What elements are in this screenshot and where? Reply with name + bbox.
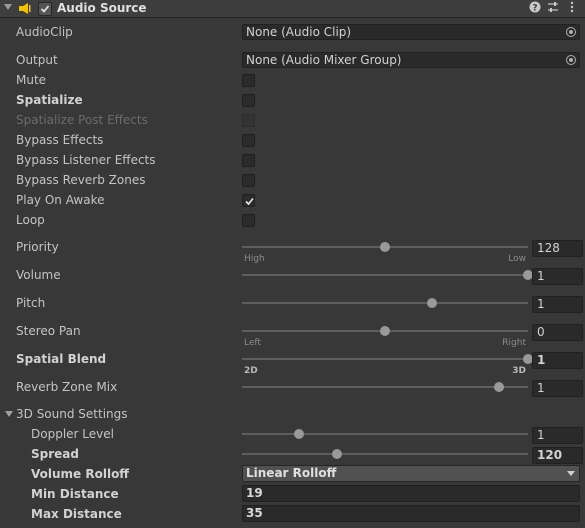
sound-3d-section-label[interactable]: 3D Sound Settings [16,407,128,421]
spatial-blend-max-label: 3D [512,366,526,376]
output-label: Output [16,53,58,67]
doppler-level-slider-track[interactable] [242,433,528,435]
kebab-menu-icon[interactable] [565,1,579,15]
doppler-level-label: Doppler Level [31,427,114,441]
object-picker-icon[interactable] [566,55,576,65]
priority-min-label: High [244,254,265,264]
toggle-checkbox[interactable] [242,194,255,207]
volume-value-field[interactable]: 1 [532,268,583,285]
toggle-label: Loop [16,213,45,227]
spatial-blend-slider-track[interactable] [242,358,528,360]
stereo-pan-label: Stereo Pan [16,324,81,338]
pitch-slider-track[interactable] [242,302,528,304]
pitch-label: Pitch [16,296,46,310]
spatial-blend-label: Spatial Blend [16,352,107,366]
toggle-label: Bypass Listener Effects [16,153,156,167]
reverb-zone-mix-slider-track[interactable] [242,386,528,388]
min-distance-label: Min Distance [31,487,119,501]
output-value: None (Audio Mixer Group) [246,53,402,67]
audio-clip-label: AudioClip [16,25,73,39]
toggle-checkbox[interactable] [242,134,255,147]
spatial-blend-value-field[interactable]: 1 [532,352,583,369]
object-picker-icon[interactable] [566,27,576,37]
checkmark-icon [245,197,254,206]
audio-clip-value: None (Audio Clip) [246,25,352,39]
priority-slider-thumb[interactable] [380,242,390,252]
svg-text:?: ? [532,3,537,13]
min-distance-field[interactable]: 19 [242,485,580,502]
stereo-pan-min-label: Left [244,338,261,348]
toggle-label: Spatialize Post Effects [16,113,148,127]
toggle-label: Bypass Effects [16,133,104,147]
max-distance-field[interactable]: 35 [242,505,580,522]
toggle-checkbox[interactable] [242,154,255,167]
reverb-zone-mix-label: Reverb Zone Mix [16,380,118,394]
component-header: Audio Source ? [0,0,585,18]
audio-source-icon [19,3,31,14]
max-distance-label: Max Distance [31,507,122,521]
stereo-pan-slider-thumb[interactable] [380,326,390,336]
min-distance-value: 19 [246,486,263,500]
stereo-pan-value-field[interactable]: 0 [532,324,583,341]
spatial-blend-min-label: 2D [244,366,258,376]
fold-3d-sound-icon[interactable] [5,411,13,417]
spread-value-field[interactable]: 120 [532,447,583,464]
spread-slider-thumb[interactable] [332,449,343,459]
presets-icon[interactable] [546,1,560,15]
volume-slider-track[interactable] [242,274,528,276]
output-field[interactable]: None (Audio Mixer Group) [242,52,580,68]
help-icon[interactable]: ? [528,1,542,15]
volume-rolloff-value: Linear Rolloff [246,466,337,480]
toggle-checkbox[interactable] [242,74,255,87]
volume-rolloff-label: Volume Rolloff [31,467,130,481]
audio-clip-field[interactable]: None (Audio Clip) [242,24,580,40]
toggle-checkbox[interactable] [242,174,255,187]
spread-label: Spread [31,447,79,461]
priority-value-field[interactable]: 128 [532,240,583,257]
volume-label: Volume [16,268,61,282]
pitch-slider-thumb[interactable] [426,298,437,308]
reverb-zone-mix-slider-thumb[interactable] [494,382,505,392]
priority-label: Priority [16,240,59,254]
toggle-checkbox[interactable] [242,94,255,107]
priority-max-label: Low [508,254,526,264]
reverb-zone-mix-value-field[interactable]: 1 [532,380,583,397]
toggle-label: Spatialize [16,93,83,107]
toggle-checkbox [242,114,255,127]
fold-arrow-icon[interactable] [4,4,12,10]
toggle-label: Play On Awake [16,193,105,207]
spread-slider-track[interactable] [242,453,528,455]
component-title: Audio Source [57,1,147,15]
toggle-label: Mute [16,73,47,87]
pitch-value-field[interactable]: 1 [532,296,583,313]
component-enabled-checkbox[interactable] [38,2,52,16]
chevron-down-icon [567,471,575,476]
max-distance-value: 35 [246,506,263,520]
doppler-level-slider-thumb[interactable] [294,429,305,439]
doppler-level-value-field[interactable]: 1 [532,427,583,444]
stereo-pan-max-label: Right [502,338,526,348]
volume-rolloff-dropdown[interactable]: Linear Rolloff [242,465,580,482]
toggle-checkbox[interactable] [242,214,255,227]
toggle-label: Bypass Reverb Zones [16,173,146,187]
